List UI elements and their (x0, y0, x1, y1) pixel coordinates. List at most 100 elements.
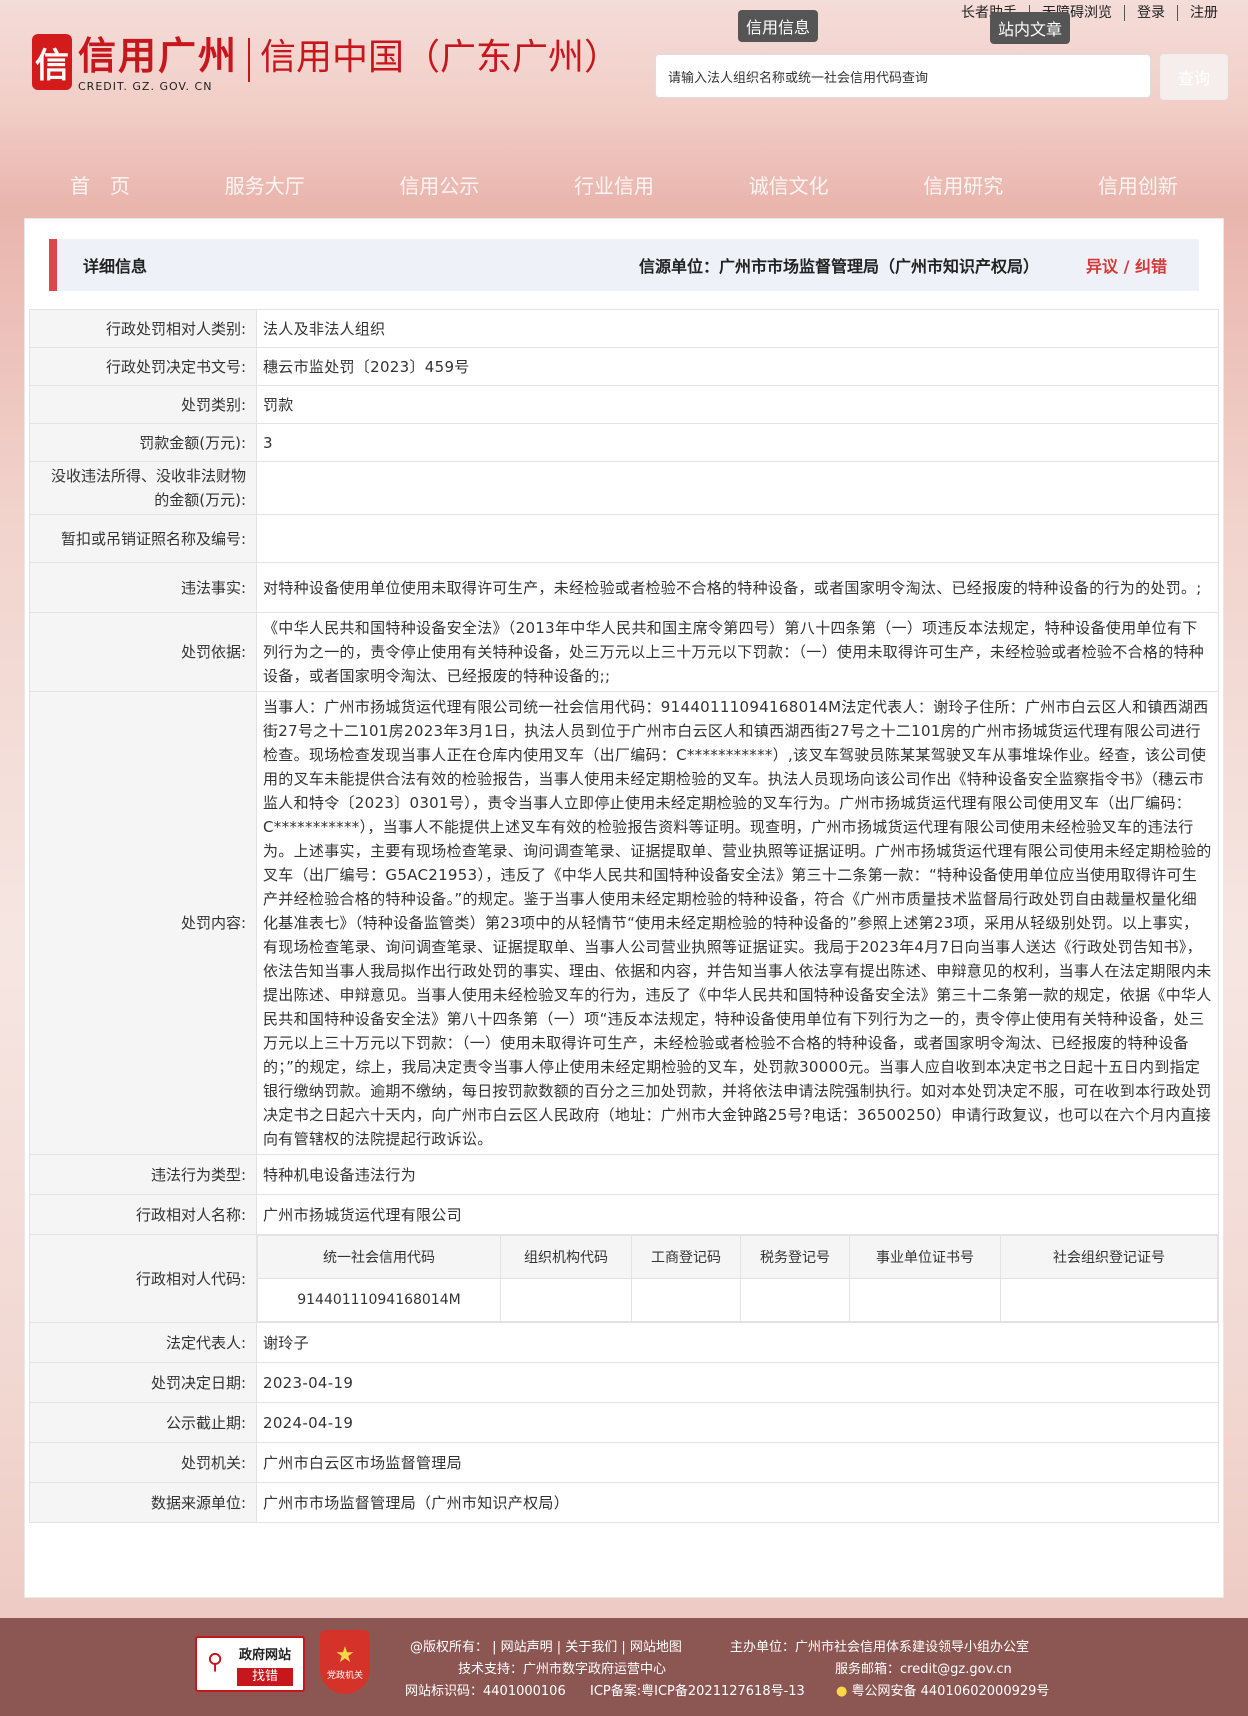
field-label: 罚款金额(万元): (29, 423, 257, 462)
credit-info-tooltip[interactable]: 信用信息 (738, 10, 819, 42)
police-badge-icon: ● (836, 1684, 848, 1699)
field-label: 违法事实: (29, 562, 257, 613)
table-row: 数据来源单位: 广州市市场监督管理局（广州市知识产权局） (29, 1482, 1219, 1523)
codes-header-row: 统一社会信用代码 组织机构代码 工商登记码 税务登记号 事业单位证书号 社会组织… (257, 1235, 1218, 1279)
table-row: 处罚内容: 当事人：广州市扬城货运代理有限公司统一社会信用代码：914401110… (29, 691, 1219, 1155)
field-label: 行政处罚决定书文号: (29, 347, 257, 386)
footer-host: 主办单位：广州市社会信用体系建设领导小组办公室 (730, 1640, 1030, 1655)
logo-domain: CREDIT. GZ. GOV. CN (78, 80, 213, 93)
footer-site-id: 网站标识码：4401000106 (405, 1684, 566, 1699)
field-value: 广州市市场监督管理局（广州市知识产权局） (256, 1482, 1219, 1523)
codes-header: 事业单位证书号 (849, 1235, 1001, 1279)
detail-header: 详细信息 信源单位：广州市市场监督管理局（广州市知识产权局） 异议 / 纠错 (49, 239, 1199, 291)
social-org-value (1000, 1278, 1218, 1322)
field-label: 没收违法所得、没收非法财物的金额(万元): (29, 461, 257, 515)
field-label: 行政相对人代码: (29, 1234, 257, 1323)
register-link[interactable]: 注册 (1178, 5, 1230, 21)
login-link[interactable]: 登录 (1125, 5, 1178, 21)
footer-police-text: 粤公网安备 44010602000929号 (851, 1684, 1050, 1699)
logo-title: 信用中国（广东广州） (260, 37, 621, 78)
codes-table: 统一社会信用代码 组织机构代码 工商登记码 税务登记号 事业单位证书号 社会组织… (257, 1235, 1218, 1322)
nav-credit-research[interactable]: 信用研究 (923, 170, 1003, 199)
table-row: 行政处罚决定书文号: 穗云市监处罚〔2023〕459号 (29, 347, 1219, 386)
codes-header: 组织机构代码 (500, 1235, 632, 1279)
credit-code-value: 91440111094168014M (257, 1278, 501, 1322)
codes-header: 统一社会信用代码 (257, 1235, 501, 1279)
table-row: 处罚机关: 广州市白云区市场监督管理局 (29, 1442, 1219, 1483)
source-unit: 信源单位：广州市市场监督管理局（广州市知识产权局） (638, 257, 1039, 276)
field-value: 当事人：广州市扬城货运代理有限公司统一社会信用代码：91440111094168… (256, 691, 1219, 1155)
search-button[interactable]: 查询 (1160, 54, 1228, 100)
field-label: 违法行为类型: (29, 1154, 257, 1195)
footer: ⚲ 政府网站 找错 ★ 党政机关 @版权所有： | 网站声明 | 关于我们 | … (0, 1618, 1248, 1716)
field-value: 特种机电设备违法行为 (256, 1154, 1219, 1195)
table-row: 违法事实: 对特种设备使用单位使用未取得许可生产，未经检验或者检验不合格的特种设备… (29, 562, 1219, 613)
footer-email: 服务邮箱：credit@gz.gov.cn (835, 1662, 1012, 1677)
tax-reg-value (740, 1278, 850, 1322)
detail-table: 行政处罚相对人类别: 法人及非法人组织 行政处罚决定书文号: 穗云市监处罚〔2023… (29, 309, 1219, 1523)
main-nav: 首 页 服务大厅 信用公示 行业信用 诚信文化 信用研究 信用创新 (0, 170, 1248, 199)
field-value: 2023-04-19 (256, 1362, 1219, 1403)
logo-divider (248, 38, 251, 82)
table-row: 行政相对人名称: 广州市扬城货运代理有限公司 (29, 1194, 1219, 1235)
table-row: 处罚类别: 罚款 (29, 385, 1219, 424)
field-value: 广州市扬城货运代理有限公司 (256, 1194, 1219, 1235)
table-row: 违法行为类型: 特种机电设备违法行为 (29, 1154, 1219, 1195)
footer-police[interactable]: ● 粤公网安备 44010602000929号 (836, 1680, 1049, 1699)
nav-home[interactable]: 首 页 (70, 170, 130, 199)
table-row: 处罚决定日期: 2023-04-19 (29, 1362, 1219, 1403)
gov-site-error-badge[interactable]: ⚲ 政府网站 找错 (195, 1636, 305, 1692)
field-value: 谢玲子 (256, 1322, 1219, 1363)
field-label: 行政处罚相对人类别: (29, 309, 257, 348)
footer-tech-support: 技术支持：广州市数字政府运营中心 (458, 1662, 667, 1677)
site-logo[interactable]: 信 信用广州 CREDIT. GZ. GOV. CN 信用中国（广东广州） (32, 34, 620, 93)
field-label: 公示截止期: (29, 1402, 257, 1443)
field-label: 处罚内容: (29, 691, 257, 1155)
footer-links[interactable]: @版权所有： | 网站声明 | 关于我们 | 网站地图 (410, 1636, 682, 1655)
logo-name: 信用广州 (78, 34, 239, 78)
detail-title: 详细信息 (83, 257, 148, 276)
field-value (256, 514, 1219, 563)
nav-credit-innovation[interactable]: 信用创新 (1098, 170, 1178, 199)
field-value: 对特种设备使用单位使用未取得许可生产，未经检验或者检验不合格的特种设备，或者国家… (256, 562, 1219, 613)
table-row: 行政相对人代码: 统一社会信用代码 组织机构代码 工商登记码 税务登记号 事业单… (29, 1234, 1219, 1323)
field-value: 广州市白云区市场监督管理局 (256, 1442, 1219, 1483)
field-label: 处罚类别: (29, 385, 257, 424)
field-label: 暂扣或吊销证照名称及编号: (29, 514, 257, 563)
field-value: 罚款 (256, 385, 1219, 424)
table-row: 公示截止期: 2024-04-19 (29, 1402, 1219, 1443)
party-label: 党政机关 (326, 1671, 363, 1681)
org-code-value (500, 1278, 632, 1322)
codes-header: 工商登记码 (631, 1235, 741, 1279)
search-input[interactable]: 请输入法人组织名称或统一社会信用代码查询 (655, 54, 1151, 98)
field-value: 3 (256, 423, 1219, 462)
table-row: 没收违法所得、没收非法财物的金额(万元): (29, 461, 1219, 515)
business-reg-value (631, 1278, 741, 1322)
objection-link[interactable]: 异议 / 纠错 (1086, 253, 1167, 277)
public-institution-value (849, 1278, 1001, 1322)
magnifier-icon: ⚲ (207, 1650, 224, 1675)
field-label: 处罚机关: (29, 1442, 257, 1483)
logo-mark-icon: 信 (32, 34, 72, 90)
codes-header: 税务登记号 (740, 1235, 850, 1279)
nav-industry-credit[interactable]: 行业信用 (574, 170, 654, 199)
table-row: 处罚依据: 《中华人民共和国特种设备安全法》（2013年中华人民共和国主席令第四号… (29, 612, 1219, 692)
nav-service-hall[interactable]: 服务大厅 (225, 170, 305, 199)
footer-icp[interactable]: ICP备案:粤ICP备2021127618号-13 (590, 1680, 805, 1699)
table-row: 行政处罚相对人类别: 法人及非法人组织 (29, 309, 1219, 348)
field-value: 法人及非法人组织 (256, 309, 1219, 348)
nav-integrity-culture[interactable]: 诚信文化 (749, 170, 829, 199)
site-article-tooltip[interactable]: 站内文章 (990, 12, 1071, 44)
nav-credit-public[interactable]: 信用公示 (399, 170, 479, 199)
party-gov-badge[interactable]: ★ 党政机关 (320, 1630, 370, 1694)
field-value: 穗云市监处罚〔2023〕459号 (256, 347, 1219, 386)
table-row: 罚款金额(万元): 3 (29, 423, 1219, 462)
party-emblem-icon: ★ (335, 1643, 355, 1668)
field-value: 2024-04-19 (256, 1402, 1219, 1443)
field-label: 法定代表人: (29, 1322, 257, 1363)
badge-sub: 找错 (237, 1668, 293, 1686)
field-label: 处罚依据: (29, 612, 257, 692)
detail-panel: 详细信息 信源单位：广州市市场监督管理局（广州市知识产权局） 异议 / 纠错 行… (24, 218, 1224, 1598)
field-label: 处罚决定日期: (29, 1362, 257, 1403)
field-label: 行政相对人名称: (29, 1194, 257, 1235)
